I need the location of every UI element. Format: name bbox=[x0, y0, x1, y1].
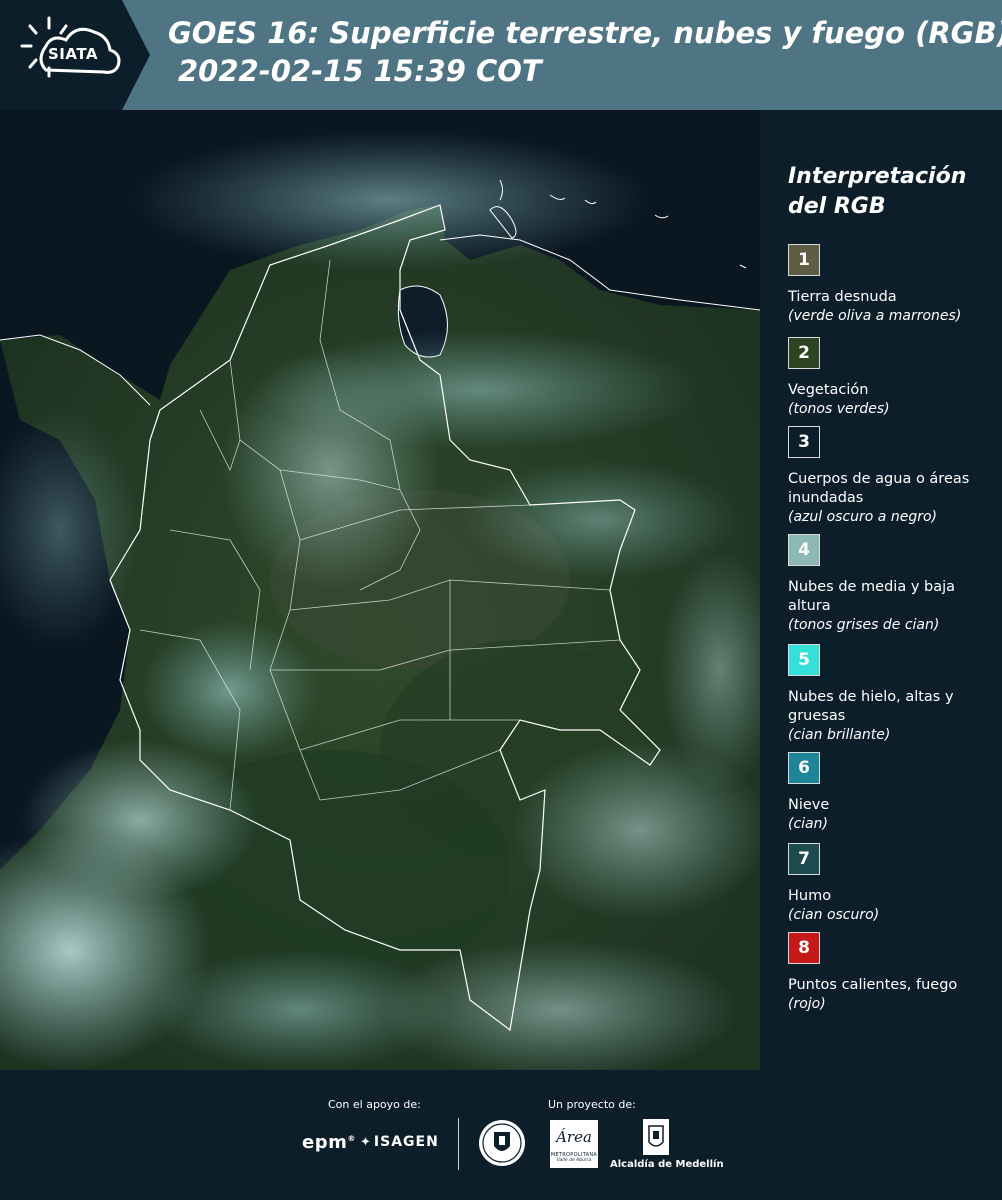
legend-label-1: Tierra desnuda bbox=[788, 289, 897, 305]
epm-text: epm bbox=[302, 1132, 348, 1153]
legend-item-6: 6 Nieve (cian) bbox=[788, 752, 1002, 834]
satellite-image bbox=[0, 110, 760, 1070]
legend-label-2: Vegetación bbox=[788, 382, 869, 398]
legend-item-3: 3 Cuerpos de agua o áreas inundadas (azu… bbox=[788, 426, 1002, 527]
legend-note-4: (tonos grises de cian) bbox=[788, 617, 940, 633]
legend-note-8: (rojo) bbox=[788, 996, 826, 1012]
alcaldia-logo bbox=[640, 1118, 672, 1162]
legend-item-8: 8 Puntos calientes, fuego (rojo) bbox=[788, 932, 1002, 1014]
isagen-text: ISAGEN bbox=[373, 1134, 439, 1150]
legend-label-4: Nubes de media y baja altura bbox=[788, 579, 956, 614]
legend-note-5: (cian brillante) bbox=[788, 727, 891, 743]
legend-item-7: 7 Humo (cian oscuro) bbox=[788, 843, 1002, 925]
seal-icon bbox=[479, 1120, 525, 1166]
satellite-map bbox=[0, 110, 760, 1070]
legend-label-5: Nubes de hielo, altas y gruesas bbox=[788, 689, 954, 724]
legend-title: Interpretación del RGB bbox=[788, 164, 967, 219]
footer: Con el apoyo de: Un proyecto de: epm® ✦ I… bbox=[0, 1070, 1002, 1200]
project-label: Un proyecto de: bbox=[548, 1098, 636, 1111]
area-metropolitana-logo: Área METROPOLITANA Valle de Aburrá bbox=[550, 1120, 598, 1168]
isagen-logo: ✦ ISAGEN bbox=[360, 1134, 439, 1150]
seal-logo bbox=[477, 1118, 527, 1172]
page-title: GOES 16: Superficie terrestre, nubes y f… bbox=[168, 14, 1002, 90]
legend-swatch-7: 7 bbox=[788, 843, 820, 875]
epm-logo: epm® bbox=[302, 1132, 356, 1153]
header-bar: SIATA GOES 16: Superficie terrestre, nub… bbox=[0, 0, 1002, 110]
legend-swatch-2: 2 bbox=[788, 337, 820, 369]
support-label: Con el apoyo de: bbox=[328, 1098, 421, 1111]
legend-label-3: Cuerpos de agua o áreas inundadas bbox=[788, 471, 970, 506]
legend-item-1: 1 Tierra desnuda (verde oliva a marrones… bbox=[788, 244, 1002, 326]
legend-note-7: (cian oscuro) bbox=[788, 907, 880, 923]
siata-logo: SIATA bbox=[0, 0, 150, 110]
legend-item-4: 4 Nubes de media y baja altura (tonos gr… bbox=[788, 534, 1002, 635]
area-sub2-text: Valle de Aburrá bbox=[556, 1158, 592, 1163]
legend-note-1: (verde oliva a marrones) bbox=[788, 308, 962, 324]
title-line1: GOES 16: Superficie terrestre, nubes y f… bbox=[168, 16, 1002, 50]
legend-swatch-4: 4 bbox=[788, 534, 820, 566]
logo-text: SIATA bbox=[48, 45, 99, 63]
alcaldia-shield-icon bbox=[643, 1119, 669, 1155]
legend-swatch-8: 8 bbox=[788, 932, 820, 964]
legend-note-2: (tonos verdes) bbox=[788, 401, 890, 417]
footer-divider bbox=[458, 1118, 459, 1170]
rgb-legend: Interpretación del RGB 1 Tierra desnuda … bbox=[770, 110, 1002, 1070]
legend-note-3: (azul oscuro a negro) bbox=[788, 509, 937, 525]
isagen-mark-icon: ✦ bbox=[360, 1135, 372, 1150]
legend-swatch-6: 6 bbox=[788, 752, 820, 784]
legend-swatch-3: 3 bbox=[788, 426, 820, 458]
legend-item-2: 2 Vegetación (tonos verdes) bbox=[788, 337, 1002, 419]
legend-swatch-5: 5 bbox=[788, 644, 820, 676]
legend-label-7: Humo bbox=[788, 888, 832, 904]
legend-swatch-1: 1 bbox=[788, 244, 820, 276]
title-timestamp: 2022-02-15 15:39 COT bbox=[178, 54, 542, 88]
area-text: Área bbox=[556, 1128, 592, 1146]
legend-note-6: (cian) bbox=[788, 816, 828, 832]
legend-item-5: 5 Nubes de hielo, altas y gruesas (cian … bbox=[788, 644, 1002, 745]
legend-label-8: Puntos calientes, fuego bbox=[788, 977, 958, 993]
alcaldia-text: Alcaldía de Medellín bbox=[610, 1159, 724, 1170]
legend-label-6: Nieve bbox=[788, 797, 830, 813]
